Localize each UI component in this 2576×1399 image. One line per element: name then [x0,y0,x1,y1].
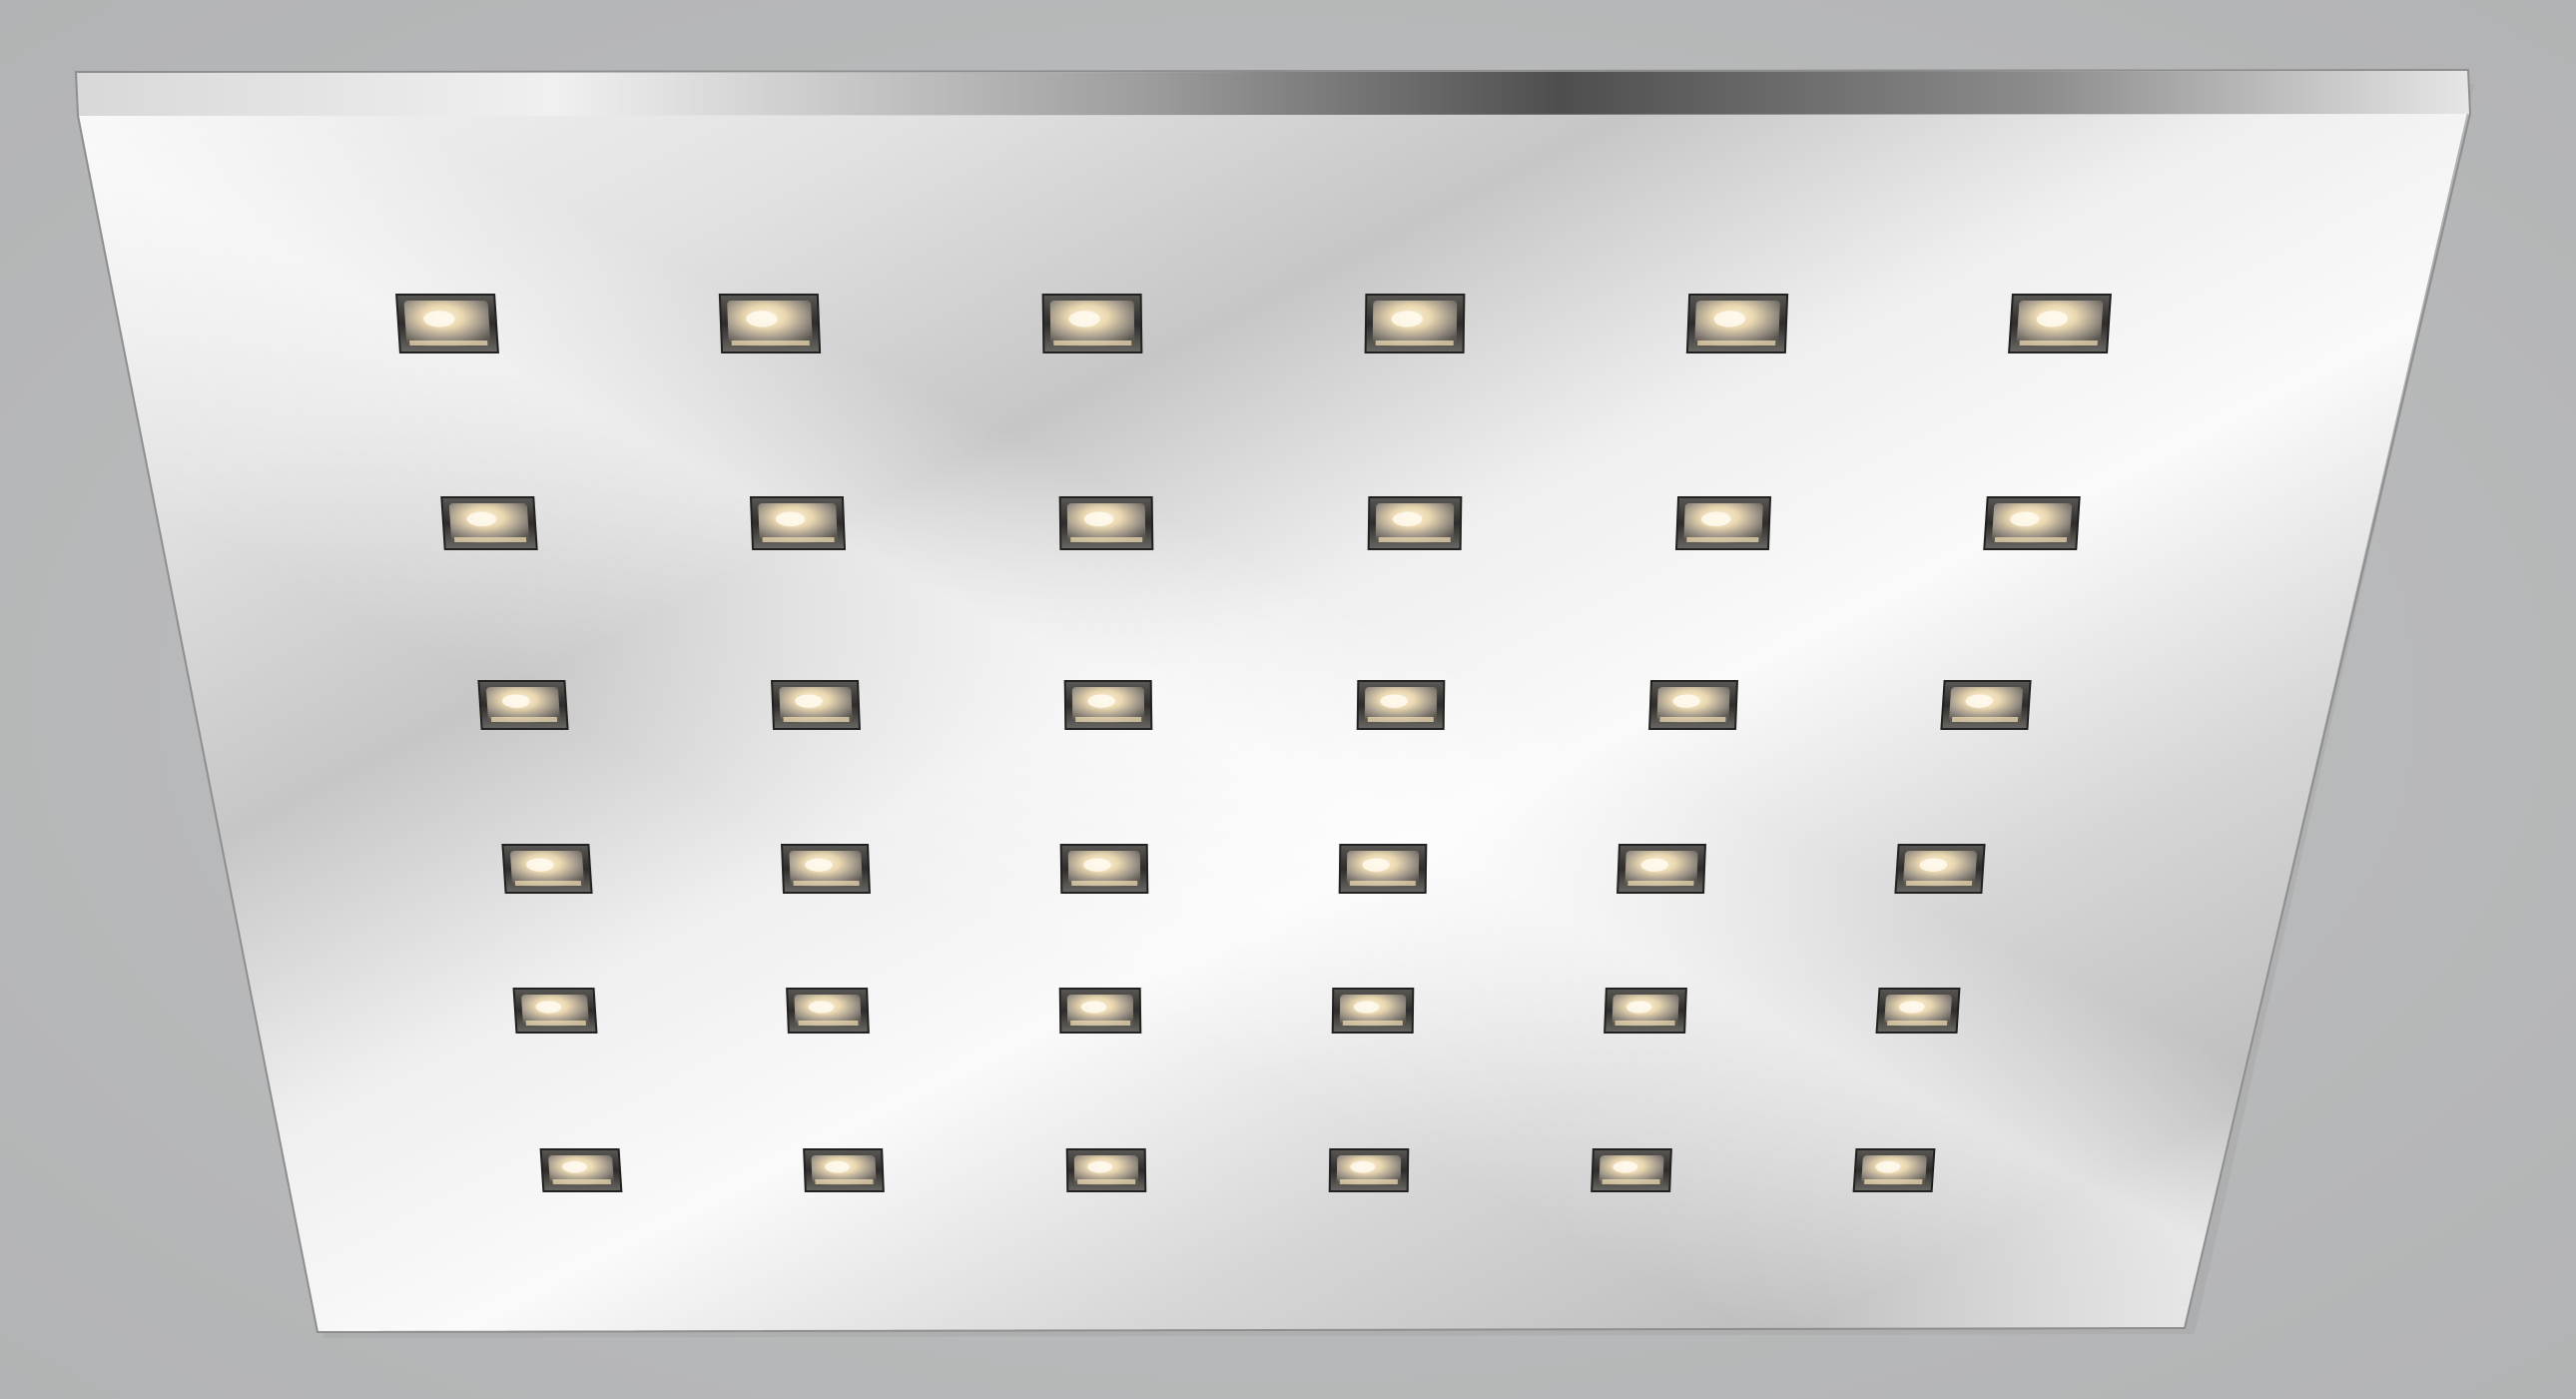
led-hotspot [1380,694,1408,708]
led-reflector-strip [453,537,527,542]
led-module [1875,988,1961,1034]
led-module [1674,496,1772,550]
led-reflector-strip [1075,717,1142,722]
led-hotspot [1083,858,1111,872]
led-module [718,294,822,353]
led-module [1852,1148,1936,1192]
led-reflector-strip [1071,881,1138,886]
led-reflector-strip [525,1021,586,1026]
led-module [1940,680,2032,730]
led-module [1356,680,1446,730]
led-module [1604,988,1687,1034]
led-module [1591,1148,1672,1192]
led-module [440,496,538,550]
led-module [1331,988,1415,1034]
led-reflector-strip [1627,881,1694,886]
led-module [771,680,861,730]
led-hotspot [1080,1001,1107,1014]
led-module [512,988,598,1034]
led-module [501,844,593,894]
product-photo-scene [0,0,2576,1399]
led-reflector-strip [1659,717,1726,722]
led-module [1058,496,1154,550]
led-module [1041,294,1143,353]
led-module [395,294,499,353]
led-module [1367,496,1463,550]
led-reflector-strip [1053,341,1132,346]
panel-top-edge [76,70,2470,116]
led-reflector-strip [1070,537,1143,542]
led-reflector-strip [1951,717,2019,722]
led-module [2008,294,2112,353]
led-module [1059,844,1149,894]
led-module [1616,844,1706,894]
led-module [1648,680,1738,730]
led-module [539,1148,623,1192]
led-reflector-strip [1077,1179,1136,1184]
led-module [1983,496,2081,550]
led-module [1058,988,1142,1034]
led-module [749,496,847,550]
led-module [786,988,870,1034]
panel-reflection [76,100,2470,1332]
led-hotspot [1068,311,1100,328]
led-reflector-strip [1887,1021,1948,1026]
led-reflector-strip [1697,341,1776,346]
ceiling-panel-image [74,68,2474,1338]
led-reflector-strip [1339,1179,1398,1184]
led-reflector-strip [1602,1179,1660,1184]
led-hotspot [1392,511,1423,527]
led-reflector-strip [409,341,488,346]
led-module [477,680,569,730]
led-reflector-strip [514,881,582,886]
led-module [1894,844,1986,894]
led-reflector-strip [815,1179,874,1184]
led-hotspot [1353,1001,1380,1014]
led-module [1338,844,1428,894]
led-hotspot [1391,311,1423,328]
led-reflector-strip [552,1179,611,1184]
led-reflector-strip [2019,341,2098,346]
led-hotspot [1087,694,1115,708]
led-hotspot [1087,1160,1113,1173]
led-reflector-strip [1864,1179,1923,1184]
led-module [1065,1148,1147,1192]
led-module [1063,680,1153,730]
led-reflector-strip [783,717,850,722]
led-module [1685,294,1789,353]
led-hotspot [1350,1160,1376,1173]
led-reflector-strip [1367,717,1434,722]
led-reflector-strip [1375,341,1454,346]
led-reflector-strip [1342,1021,1403,1026]
led-reflector-strip [1905,881,1973,886]
led-reflector-strip [490,717,558,722]
led-reflector-strip [731,341,810,346]
led-module [1328,1148,1410,1192]
led-reflector-strip [1070,1021,1131,1026]
led-module [781,844,871,894]
led-reflector-strip [798,1021,859,1026]
led-module [1364,294,1466,353]
led-reflector-strip [762,537,835,542]
led-hotspot [1083,511,1114,527]
led-reflector-strip [1349,881,1416,886]
led-reflector-strip [1378,537,1451,542]
led-reflector-strip [1614,1021,1675,1026]
led-module [803,1148,885,1192]
led-reflector-strip [1994,537,2068,542]
led-reflector-strip [1686,537,1759,542]
led-reflector-strip [793,881,860,886]
led-hotspot [1362,858,1390,872]
